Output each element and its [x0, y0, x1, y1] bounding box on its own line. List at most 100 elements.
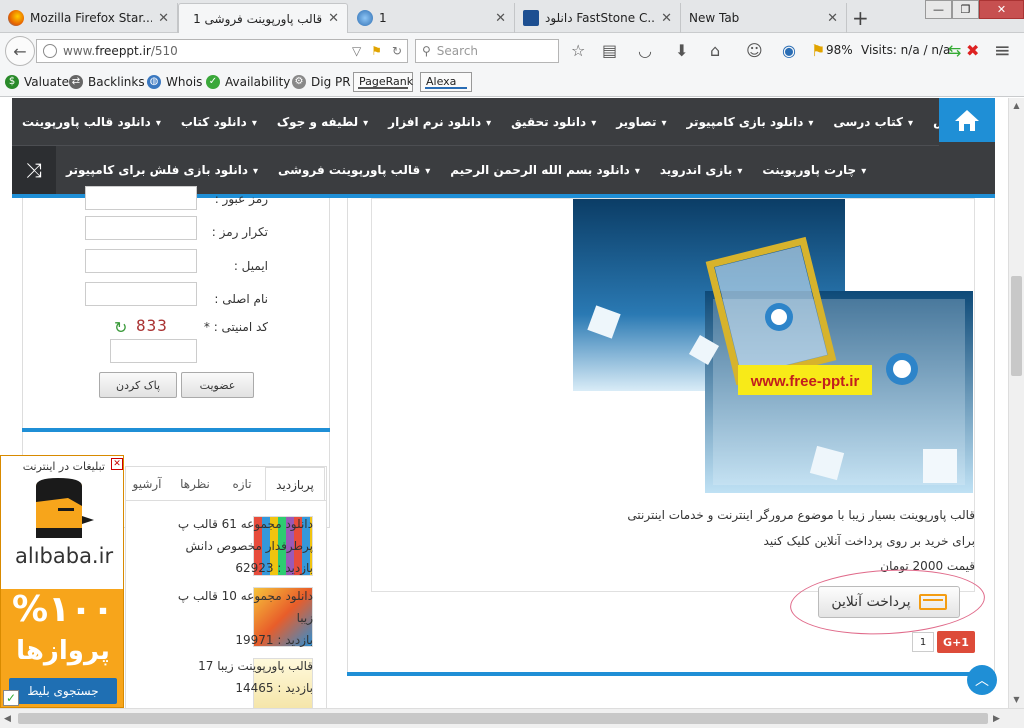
name-field[interactable] [85, 282, 197, 306]
download-icon[interactable]: ⬇ [675, 41, 688, 60]
register-button[interactable]: عضویت [181, 372, 254, 398]
nav-item[interactable]: قالب پاورپوینت فروشی [268, 163, 440, 177]
globe-icon [357, 10, 373, 26]
pagerank-widget[interactable]: PageRank [353, 72, 413, 92]
bookmark-backlinks[interactable]: ⇄ Backlinks [69, 75, 145, 89]
addon-icon[interactable]: ◉ [782, 41, 796, 60]
alibaba-ad[interactable]: تبلیغات در اینترنت ✕ alıbaba.ir %۱۰۰ پرو… [0, 455, 124, 708]
horizontal-scrollbar[interactable]: ◀ ▶ [0, 708, 1024, 728]
scroll-up-icon[interactable]: ▲ [1009, 98, 1024, 114]
tab-1[interactable]: 1 ✕ [349, 3, 515, 33]
reading-list-icon[interactable]: ▤ [602, 41, 617, 60]
menu-icon[interactable]: ≡ [994, 38, 1011, 62]
product-image: www.free-ppt.ir [573, 199, 973, 493]
pocket-icon[interactable]: ◡ [638, 41, 652, 60]
password-label: رمز عبور : [214, 192, 268, 206]
product-banner-text: www.free-ppt.ir [750, 373, 860, 390]
url-text[interactable]: www.freeppt.ir/510 [63, 44, 347, 58]
tab-archive[interactable]: آرشیو [124, 467, 170, 501]
pay-online-button[interactable]: پرداخت آنلاین [818, 586, 960, 618]
tab-label: دانلود FastStone C... [545, 11, 656, 25]
ad-search-button[interactable]: جستجوی بلیط [9, 678, 117, 704]
scroll-thumb[interactable] [1011, 276, 1022, 376]
ad-close-button[interactable]: ✕ [111, 458, 123, 470]
tab-popular[interactable]: پربازدید [265, 467, 325, 501]
bookmarks-toolbar: $ Valuate ⇄ Backlinks ◍ Whois ✓ Availability… [0, 69, 1024, 97]
dropdown-arrow-icon[interactable]: ▽ [352, 44, 361, 58]
tab-faststone[interactable]: دانلود FastStone C... ✕ [515, 3, 681, 33]
post-title[interactable]: دانلود مجموعه 61 قالب پ [178, 517, 313, 531]
nav-item[interactable]: بازی اندروید [650, 163, 752, 177]
repeat-password-field[interactable] [85, 216, 197, 240]
bookmark-dig-pr[interactable]: ⚙ Dig PR [292, 75, 351, 89]
nav-item[interactable]: چارت پاورپوینت [752, 163, 876, 177]
post-title[interactable]: قالب پاورپوینت زیبا 17 [198, 659, 313, 673]
scroll-right-icon[interactable]: ▶ [993, 709, 1000, 728]
minimize-button[interactable]: — [925, 0, 952, 19]
nav-item[interactable]: کتاب درسی [823, 115, 923, 129]
url-bar[interactable]: www.freeppt.ir/510 ▽ ⚑ ↻ [36, 39, 408, 63]
shuffle-button[interactable]: ⤨ [12, 146, 56, 194]
checkmark-icon[interactable]: ✓ [3, 690, 19, 706]
tab-strip: Mozilla Firefox Star... ✕ قالب پاورپوینت… [0, 0, 1024, 33]
nav-item[interactable]: دانلود بسم الله الرحمن الرحیم [440, 163, 650, 177]
window-close-button[interactable]: ✕ [979, 0, 1024, 19]
nav-item[interactable]: دانلود بازی کامپیوتر [677, 115, 824, 129]
bookmark-whois[interactable]: ◍ Whois [147, 75, 202, 89]
nav-item[interactable]: دانلود قالب پاورپوینت [12, 115, 171, 129]
scroll-left-icon[interactable]: ◀ [4, 709, 11, 728]
flag-icon[interactable]: ⚑ [371, 44, 382, 58]
reload-icon[interactable]: ↻ [392, 44, 402, 58]
post-title-cont[interactable]: پرطرفدار مخصوص دانش [185, 539, 313, 553]
bookmark-valuate[interactable]: $ Valuate [5, 75, 69, 89]
seo-link-icon[interactable]: ⇆ [948, 41, 961, 60]
nav-item[interactable]: تصاویر [606, 115, 676, 129]
tab-new-tab[interactable]: New Tab ✕ [681, 3, 847, 33]
password-field[interactable] [85, 186, 197, 210]
home-icon[interactable]: ⌂ [710, 41, 720, 60]
tab-active-page[interactable]: قالب پاورپوینت فروشی 1 ✕ [178, 3, 348, 33]
gplus-count: 1 [912, 632, 934, 652]
nav-item[interactable]: دانلود بازی فلش برای کامپیوتر [56, 163, 268, 177]
close-icon[interactable]: ✕ [827, 11, 838, 26]
captcha-field[interactable] [110, 339, 197, 363]
scroll-to-top-button[interactable]: ︿ [967, 665, 997, 695]
nav-item[interactable]: دانلود تحقیق [501, 115, 606, 129]
email-field[interactable] [85, 249, 197, 273]
site-info-icon[interactable] [43, 44, 57, 58]
scroll-thumb-h[interactable] [18, 713, 988, 724]
nav-item[interactable]: دانلود کتاب [171, 115, 267, 129]
alexa-widget[interactable]: Alexa [420, 72, 472, 92]
nav-item[interactable]: لطیفه و جوک [267, 115, 378, 129]
scroll-down-icon[interactable]: ▼ [1009, 692, 1024, 708]
post-title-cont[interactable]: زیبا [297, 611, 313, 625]
back-arrow-icon: ← [13, 41, 27, 61]
close-icon[interactable]: ✕ [661, 11, 672, 26]
hello-icon[interactable]: ☺ [746, 41, 763, 60]
tab-comments[interactable]: نظرها [172, 467, 218, 501]
nav-item[interactable]: دانلود نرم افزار [378, 115, 501, 129]
gplus-button[interactable]: G+1 [937, 631, 975, 653]
refresh-captcha-icon[interactable]: ↻ [114, 318, 127, 337]
search-placeholder: Search [436, 44, 479, 58]
vertical-scrollbar[interactable]: ▲ ▼ [1008, 98, 1024, 708]
alibaba-mascot-icon [36, 478, 94, 538]
ad-title: تبلیغات در اینترنت [22, 460, 105, 473]
tab-new[interactable]: تازه [222, 467, 262, 501]
close-icon[interactable]: ✕ [495, 11, 506, 26]
seo-flag-icon[interactable]: ⚑ [811, 41, 825, 60]
bookmark-availability[interactable]: ✓ Availability [206, 75, 290, 89]
close-icon[interactable]: ✕ [158, 11, 169, 26]
search-input[interactable]: ⚲ Search [415, 39, 559, 63]
maximize-button[interactable]: ❐ [952, 0, 979, 19]
back-button[interactable]: ← [5, 36, 35, 66]
red-x-icon[interactable]: ✖ [966, 41, 979, 60]
clear-button[interactable]: پاک کردن [99, 372, 177, 398]
tab-firefox-start[interactable]: Mozilla Firefox Star... ✕ [0, 3, 178, 33]
home-button[interactable] [939, 98, 995, 142]
new-tab-button[interactable]: + [852, 6, 869, 30]
bookmark-star-icon[interactable]: ☆ [571, 41, 585, 60]
post-title[interactable]: دانلود مجموعه 10 قالب پ [178, 589, 313, 603]
close-icon[interactable]: ✕ [328, 11, 339, 26]
repeat-password-label: تکرار رمز : [211, 225, 268, 239]
